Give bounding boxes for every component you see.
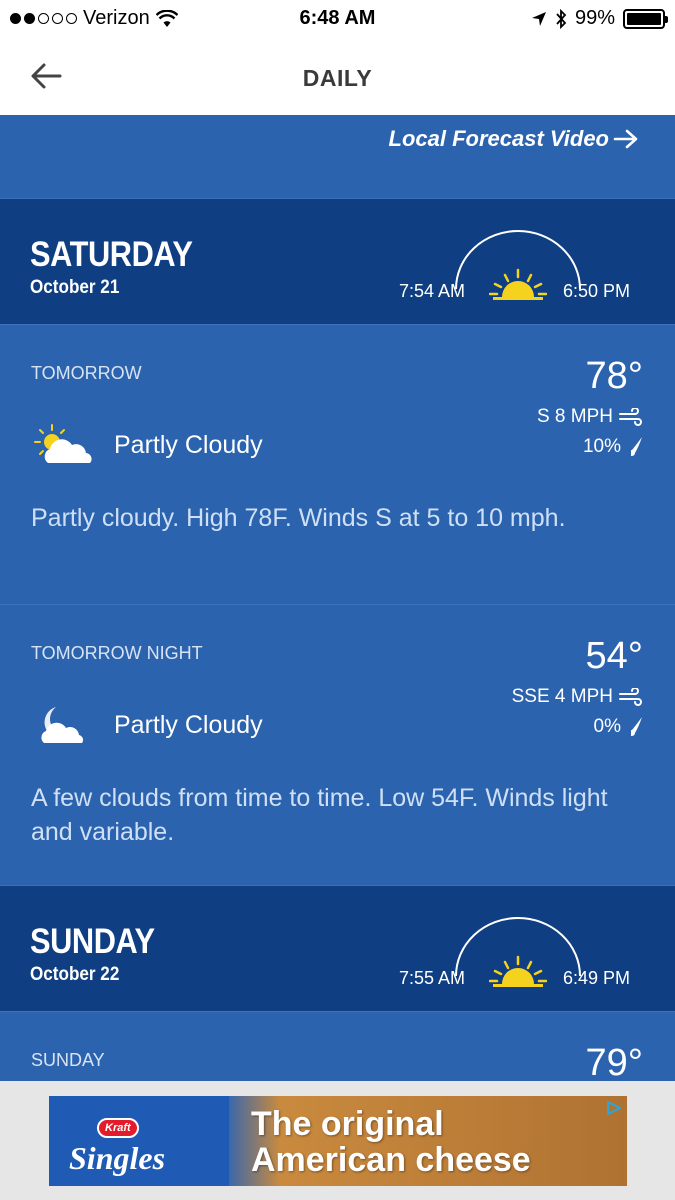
bluetooth-icon xyxy=(556,8,567,29)
battery-icon xyxy=(623,8,668,29)
day-name: SUNDAY xyxy=(30,922,155,961)
ad-choices-icon[interactable] xyxy=(605,1100,623,1116)
raindrop-icon xyxy=(631,717,642,736)
sunrise-time: 7:55 AM xyxy=(399,968,466,988)
status-bar: Verizon 6:48 AM 99% xyxy=(0,0,675,38)
navigation-bar: DAILY xyxy=(0,38,675,115)
ad-headline-line: American cheese xyxy=(251,1141,531,1179)
precip-value: 0% xyxy=(593,716,621,737)
sunrise-sun-icon xyxy=(489,268,547,300)
day-date: October 21 xyxy=(30,277,120,298)
local-forecast-video-link[interactable]: Local Forecast Video xyxy=(389,126,639,152)
video-strip: Local Forecast Video xyxy=(0,115,675,198)
temperature: 79° xyxy=(585,1042,643,1084)
singles-logo: Singles xyxy=(69,1140,166,1176)
period-label: SUNDAY xyxy=(31,1050,105,1070)
precip-info: 10% xyxy=(583,436,643,458)
forecast-description: A few clouds from time to time. Low 54F.… xyxy=(31,784,608,846)
wind-icon xyxy=(619,688,642,706)
video-link-label: Local Forecast Video xyxy=(388,126,609,151)
forecast-period[interactable]: TOMORROW NIGHT 54° SSE 4 MPH 0% Partly C… xyxy=(0,604,675,885)
wind-info: S 8 MPH xyxy=(537,406,643,428)
period-label: TOMORROW NIGHT xyxy=(31,643,203,663)
ad-headline: The original American cheese xyxy=(251,1106,531,1178)
wind-info: SSE 4 MPH xyxy=(512,686,643,708)
day-date: October 22 xyxy=(30,964,120,985)
period-label: TOMORROW xyxy=(31,363,142,383)
condition-text: Partly Cloudy xyxy=(114,431,263,459)
day-header-saturday: SATURDAY October 21 7:54 AM 6:50 PM xyxy=(0,198,675,324)
sunset-time: 6:49 PM xyxy=(563,968,631,988)
partly-cloudy-day-icon xyxy=(34,424,92,463)
day-header-sunday: SUNDAY October 22 7:55 AM 6:49 PM xyxy=(0,885,675,1011)
sunrise-time: 7:54 AM xyxy=(399,281,466,301)
arrow-right-icon xyxy=(613,129,638,149)
day-name: SATURDAY xyxy=(30,235,193,274)
precip-value: 10% xyxy=(582,436,621,457)
precip-info: 0% xyxy=(594,716,643,738)
page-title: DAILY xyxy=(302,65,373,91)
ad-area: Kraft Singles The original American chee… xyxy=(0,1081,675,1200)
location-arrow-icon xyxy=(531,11,546,26)
wind-value: S 8 MPH xyxy=(536,406,613,427)
condition-text: Partly Cloudy xyxy=(114,711,263,739)
kraft-logo: Kraft xyxy=(97,1118,139,1138)
temperature: 54° xyxy=(585,635,643,677)
sunset-time: 6:50 PM xyxy=(563,281,631,301)
wind-icon xyxy=(619,408,642,426)
ad-brand-panel: Kraft Singles xyxy=(49,1096,229,1186)
sunrise-sun-icon xyxy=(489,955,547,987)
battery-percent: 99% xyxy=(574,7,615,29)
partly-cloudy-night-icon xyxy=(41,707,84,743)
wind-value: SSE 4 MPH xyxy=(511,686,613,707)
forecast-period[interactable]: TOMORROW 78° S 8 MPH 10% Partly Cloudy P… xyxy=(0,324,675,605)
forecast-description: Partly cloudy. High 78F. Winds S at 5 to… xyxy=(31,504,566,532)
raindrop-icon xyxy=(631,437,642,456)
ad-banner[interactable]: Kraft Singles The original American chee… xyxy=(49,1096,627,1186)
ad-headline-line: The original xyxy=(251,1105,444,1143)
forecast-period[interactable]: SUNDAY 79° xyxy=(0,1011,675,1084)
temperature: 78° xyxy=(585,355,643,397)
